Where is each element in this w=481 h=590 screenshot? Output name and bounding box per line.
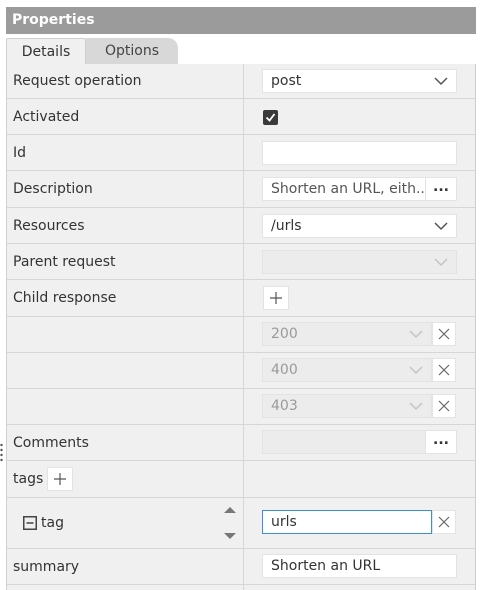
request-operation-label: Request operation [13, 73, 142, 89]
add-child-response-button[interactable] [263, 286, 289, 310]
child-response-select[interactable]: 403 [262, 394, 432, 418]
description-label: Description [13, 181, 93, 197]
tab-options[interactable]: Options [86, 38, 178, 64]
add-tag-button[interactable] [47, 467, 73, 491]
tag-label: tag [41, 515, 64, 531]
row-tag: tag urls [7, 498, 475, 549]
plus-icon [270, 292, 282, 304]
row-activated: Activated [7, 99, 475, 135]
minus-box-icon[interactable] [23, 516, 37, 530]
request-operation-value: post [271, 73, 302, 89]
panel-title: Properties [6, 7, 476, 34]
plus-icon [54, 473, 66, 485]
parent-request-select[interactable] [262, 250, 457, 274]
row-parent-request: Parent request [7, 244, 475, 280]
comments-field[interactable]: ... [262, 430, 457, 454]
row-description: Description Shorten an URL, eith... ... [7, 171, 475, 208]
row-tags: tags [7, 461, 475, 498]
row-partial [7, 585, 475, 590]
description-value: Shorten an URL, eith... [271, 181, 430, 197]
comments-label: Comments [13, 434, 89, 451]
activated-checkbox[interactable] [263, 110, 278, 125]
request-operation-select[interactable]: post [262, 69, 457, 93]
chevron-down-icon [434, 75, 448, 87]
child-response-value: 400 [271, 362, 298, 378]
child-response-label: Child response [13, 290, 117, 306]
tag-input[interactable]: urls [262, 510, 432, 534]
child-response-select[interactable]: 200 [262, 322, 432, 346]
sort-arrows-icon[interactable] [223, 504, 237, 542]
remove-child-response-button[interactable] [432, 358, 456, 382]
resources-value: /urls [271, 218, 302, 234]
close-icon [438, 400, 450, 412]
row-child-response-item: 400 [7, 353, 475, 389]
tags-label: tags [13, 471, 44, 487]
summary-input[interactable]: Shorten an URL [262, 554, 457, 578]
chevron-down-icon [434, 256, 448, 268]
id-input[interactable] [262, 141, 457, 165]
row-request-operation: Request operation post [7, 64, 475, 99]
checkmark-icon [265, 113, 276, 122]
row-summary: summary Shorten an URL [7, 549, 475, 585]
row-id: Id [7, 135, 475, 171]
close-icon [438, 328, 450, 340]
child-response-select[interactable]: 400 [262, 358, 432, 382]
parent-request-label: Parent request [13, 253, 116, 270]
chevron-down-icon [409, 400, 423, 412]
summary-label: summary [13, 558, 80, 575]
chevron-down-icon [409, 364, 423, 376]
remove-child-response-button[interactable] [432, 322, 456, 346]
property-grid: Request operation post Activated Id Desc… [6, 64, 476, 590]
close-icon [438, 516, 450, 528]
close-icon [438, 364, 450, 376]
chevron-down-icon [434, 220, 448, 232]
resources-select[interactable]: /urls [262, 214, 457, 238]
resize-handle[interactable] [0, 441, 3, 465]
child-response-value: 200 [271, 326, 298, 342]
id-label: Id [13, 144, 27, 161]
chevron-down-icon [409, 328, 423, 340]
row-comments: Comments ... [7, 425, 475, 461]
description-field[interactable]: Shorten an URL, eith... ... [262, 177, 457, 201]
row-child-response-item: 200 [7, 317, 475, 353]
resources-label: Resources [13, 217, 85, 234]
remove-tag-button[interactable] [432, 510, 456, 534]
description-more-button[interactable]: ... [425, 178, 456, 200]
tab-bar: Details Options [6, 38, 476, 64]
tab-details[interactable]: Details [6, 38, 86, 64]
remove-child-response-button[interactable] [432, 394, 456, 418]
child-response-value: 403 [271, 398, 298, 414]
row-child-response-item: 403 [7, 389, 475, 425]
row-child-response: Child response [7, 280, 475, 317]
row-resources: Resources /urls [7, 208, 475, 244]
activated-label: Activated [13, 108, 80, 125]
comments-more-button[interactable]: ... [425, 431, 456, 453]
